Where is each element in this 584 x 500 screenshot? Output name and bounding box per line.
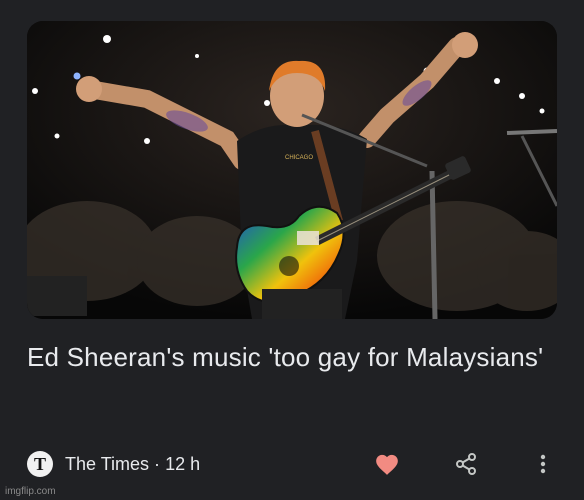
- meta-separator: ·: [154, 454, 161, 474]
- like-button[interactable]: [371, 448, 403, 480]
- stage-equipment: [27, 276, 87, 316]
- more-options-button[interactable]: [527, 448, 559, 480]
- share-icon: [456, 453, 476, 475]
- share-button[interactable]: [450, 448, 482, 480]
- publisher-meta: The Times · 12 h: [65, 454, 200, 475]
- news-card[interactable]: CHICAGO Ed Sheeran's music 'too gay for …: [0, 0, 584, 500]
- watermark: imgflip.com: [5, 486, 56, 497]
- article-age: 12 h: [165, 454, 201, 474]
- publisher-logo: T: [27, 451, 53, 477]
- card-footer: T The Times · 12 h: [27, 446, 557, 480]
- more-vert-icon: [540, 454, 546, 474]
- heart-icon: [376, 454, 398, 475]
- concert-photo: CHICAGO: [27, 21, 557, 319]
- shirt-text: CHICAGO: [285, 155, 313, 161]
- publisher-name: The Times: [65, 454, 150, 474]
- headline[interactable]: Ed Sheeran's music 'too gay for Malaysia…: [27, 338, 547, 376]
- article-image[interactable]: CHICAGO: [27, 21, 557, 319]
